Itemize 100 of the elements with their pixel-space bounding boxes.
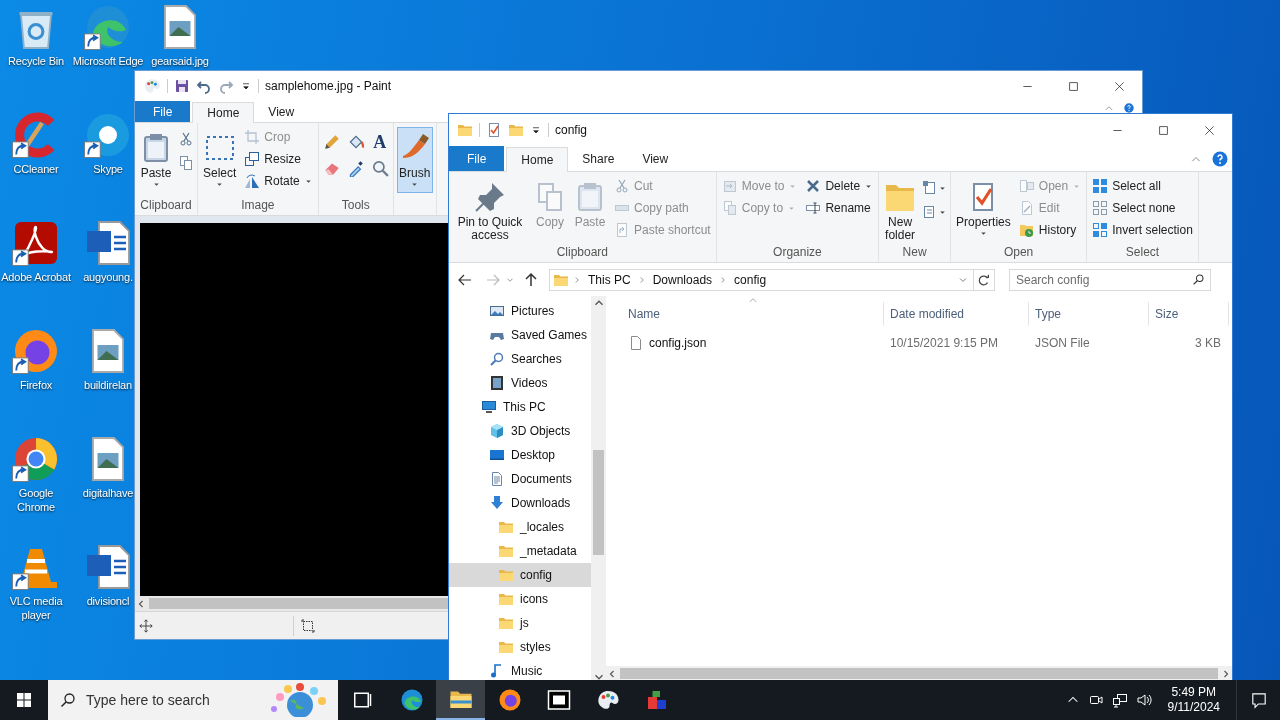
- desktop-icon-label[interactable]: Adobe Acrobat: [1, 270, 71, 284]
- tree-item[interactable]: js: [449, 611, 591, 635]
- desktop-icon-label[interactable]: CCleaner: [13, 162, 59, 176]
- search-field[interactable]: Search config: [1009, 268, 1211, 291]
- search-icon[interactable]: [1192, 272, 1205, 286]
- help-icon[interactable]: [1124, 103, 1134, 113]
- move-cursor-icon: [139, 618, 153, 633]
- breadcrumb[interactable]: Downloads: [649, 270, 716, 289]
- up-arrow-icon[interactable]: [523, 271, 539, 288]
- tree-item[interactable]: Downloads: [449, 491, 591, 515]
- clock-time[interactable]: 5:49 PM: [1171, 685, 1217, 700]
- ribbon-button[interactable]: History: [1016, 220, 1084, 240]
- scroll-thumb[interactable]: [620, 668, 1218, 679]
- ribbon-tab[interactable]: Home: [192, 102, 255, 123]
- scrollbar[interactable]: [135, 596, 448, 611]
- tree-item[interactable]: config: [449, 563, 591, 587]
- save-icon[interactable]: [174, 78, 190, 94]
- ribbon-button[interactable]: Brush: [396, 127, 433, 193]
- network-icon[interactable]: [1111, 692, 1128, 708]
- desktop-icon-label[interactable]: divisioncl: [86, 594, 130, 608]
- shortcut-app-icon[interactable]: [12, 435, 60, 483]
- desktop-icon-label[interactable]: Skype: [93, 162, 123, 176]
- shortcut-app-icon[interactable]: [12, 219, 60, 267]
- tree-item[interactable]: Videos: [449, 371, 591, 395]
- palette-icon[interactable]: [143, 77, 161, 95]
- magnifier-icon[interactable]: [370, 159, 389, 177]
- windows-logo-icon: [16, 692, 32, 708]
- search-box[interactable]: Type here to search: [48, 680, 338, 720]
- tree-item[interactable]: Desktop: [449, 443, 591, 467]
- rotate-icon: [244, 173, 261, 189]
- ribbon-button[interactable]: Select all: [1090, 176, 1195, 196]
- tree-item[interactable]: Pictures: [449, 299, 591, 323]
- file-menu-tab[interactable]: File: [449, 146, 505, 171]
- document-icon[interactable]: [84, 219, 132, 267]
- scroll-thumb[interactable]: [593, 450, 604, 555]
- address-bar[interactable]: This PC Downloads config: [549, 268, 995, 291]
- desktop-icon-label[interactable]: VLC media player: [0, 594, 72, 622]
- file-menu-tab[interactable]: File: [135, 101, 191, 122]
- pencil-icon[interactable]: [322, 133, 341, 151]
- desktop-icon-label[interactable]: gearsaid.jpg: [151, 54, 209, 68]
- shortcut-app-icon[interactable]: [84, 3, 132, 51]
- tree-item[interactable]: _metadata: [449, 539, 591, 563]
- text-tool-button[interactable]: A: [370, 133, 389, 151]
- file-name[interactable]: config.json: [649, 334, 707, 352]
- column-header[interactable]: Size: [1149, 302, 1229, 326]
- window-title: samplehome.jpg - Paint: [265, 78, 393, 95]
- breadcrumb[interactable]: config: [731, 270, 770, 289]
- tree-item[interactable]: Searches: [449, 347, 591, 371]
- desktop-icon-label[interactable]: digitalhave: [82, 486, 134, 500]
- desktop-icon-label[interactable]: Recycle Bin: [8, 54, 64, 68]
- column-header[interactable]: Date modified: [884, 302, 1029, 326]
- help-icon[interactable]: [1212, 151, 1228, 167]
- redo-icon[interactable]: [218, 78, 234, 94]
- ribbon-button[interactable]: Rename: [803, 198, 876, 218]
- tree-item[interactable]: Documents: [449, 467, 591, 491]
- ribbon-button[interactable]: Invert selection: [1090, 220, 1195, 240]
- tree-item[interactable]: Music: [449, 659, 591, 683]
- customize-caret-icon[interactable]: [240, 80, 252, 92]
- ribbon-button[interactable]: Rotate: [242, 171, 315, 191]
- tree-item[interactable]: 3D Objects: [449, 419, 591, 443]
- refresh-icon[interactable]: [977, 272, 991, 287]
- column-header[interactable]: Type: [1029, 302, 1149, 326]
- ribbon-button[interactable]: Pin to Quick access: [452, 176, 528, 242]
- document-icon[interactable]: [84, 543, 132, 591]
- ribbon-button[interactable]: New folder: [882, 176, 919, 242]
- tree-item[interactable]: icons: [449, 587, 591, 611]
- ribbon-button[interactable]: Paste: [138, 127, 174, 193]
- breadcrumb[interactable]: This PC: [585, 270, 634, 289]
- shortcut-app-icon[interactable]: [84, 111, 132, 159]
- desktop-icon-label[interactable]: Firefox: [19, 378, 53, 392]
- desktop-icon-label[interactable]: buildirelan: [84, 378, 132, 392]
- ribbon-tab[interactable]: View: [254, 101, 309, 122]
- ribbon-tab[interactable]: View: [628, 146, 683, 171]
- tree-item[interactable]: This PC: [449, 395, 591, 419]
- tree-item[interactable]: _locales: [449, 515, 591, 539]
- column-header[interactable]: Name: [622, 302, 884, 326]
- properties-icon[interactable]: [486, 122, 502, 138]
- customize-caret-icon[interactable]: [530, 124, 542, 136]
- ribbon-button[interactable]: Select none: [1090, 198, 1195, 218]
- ribbon-tab[interactable]: Home: [506, 147, 569, 172]
- desktop-icon-label[interactable]: Microsoft Edge: [72, 54, 144, 68]
- volume-icon[interactable]: [1135, 692, 1152, 708]
- icon-button[interactable]: [178, 153, 194, 173]
- folder-icon: [498, 591, 514, 607]
- selection-size-icon: [300, 617, 316, 634]
- ribbon-button[interactable]: Resize: [242, 149, 315, 169]
- undo-icon[interactable]: [196, 78, 212, 94]
- tree-item[interactable]: Saved Games: [449, 323, 591, 347]
- ribbon-button[interactable]: Select: [201, 127, 239, 193]
- ribbon-button[interactable]: Properties: [954, 176, 1013, 242]
- desktop-icon-label[interactable]: Google Chrome: [0, 486, 72, 514]
- shortcut-app-icon[interactable]: [12, 327, 60, 375]
- tree-item[interactable]: styles: [449, 635, 591, 659]
- ribbon-tab[interactable]: Share: [568, 146, 629, 171]
- desktop-icon-label[interactable]: augyoung.: [83, 270, 133, 284]
- ribbon-group-label: Clipboard: [139, 197, 193, 214]
- taskbar-button[interactable]: [436, 680, 485, 720]
- clock-date[interactable]: 9/11/2024: [1167, 700, 1220, 715]
- download-icon: [489, 495, 505, 511]
- ribbon-button[interactable]: Delete: [803, 176, 876, 196]
